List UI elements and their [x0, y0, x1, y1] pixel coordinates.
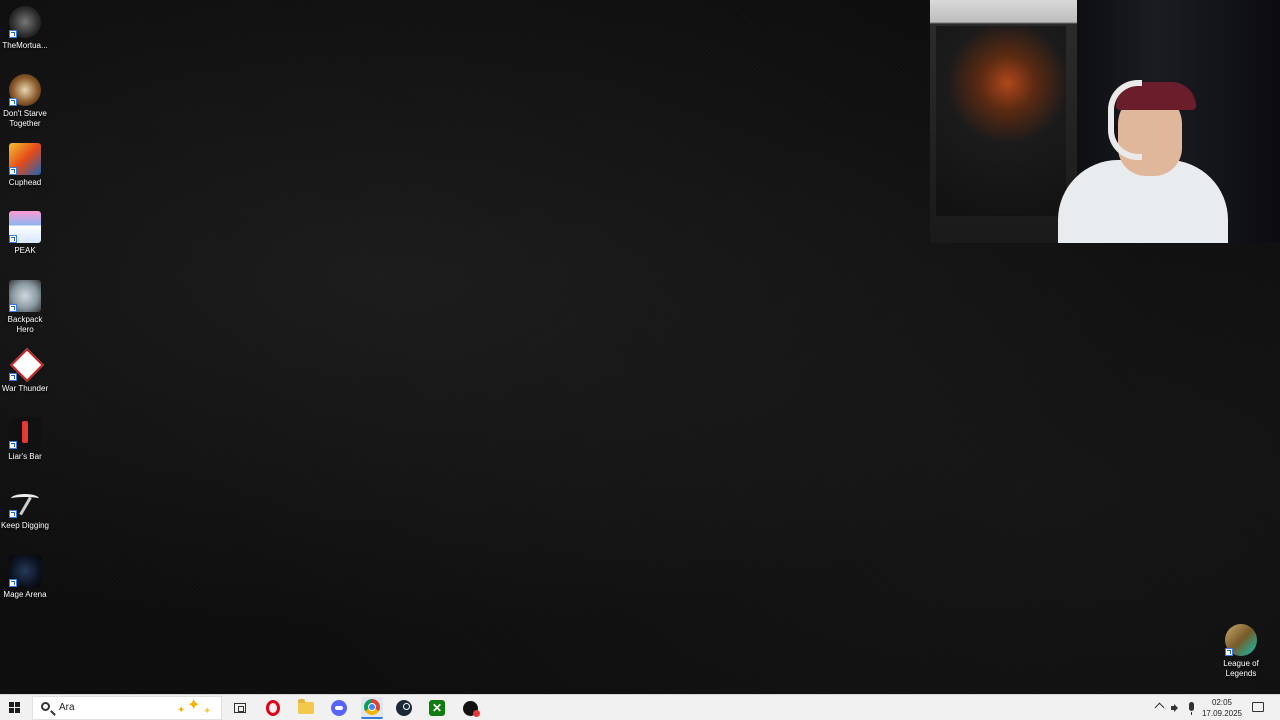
webcam-overlay	[930, 0, 1280, 243]
shortcut-arrow-icon	[9, 304, 17, 312]
desktop-icon-peak[interactable]: PEAK	[0, 211, 50, 256]
desktop-icon-backpack-hero[interactable]: Backpack Hero	[0, 280, 50, 335]
taskbar-chrome[interactable]	[361, 697, 383, 719]
windows-logo-icon-part	[9, 708, 14, 713]
taskbar-steam[interactable]	[393, 697, 415, 719]
windows-logo-icon-part	[15, 702, 20, 707]
desktop-icon-dont-starve-together[interactable]: Don't Starve Together	[0, 74, 50, 129]
desktop-icon-label: Don't Starve Together	[3, 109, 47, 128]
show-hidden-icons-chevron-icon[interactable]	[1154, 702, 1165, 713]
task-view-button[interactable]	[229, 697, 251, 719]
search-icon	[41, 702, 50, 711]
desktop-icon-mage-arena[interactable]: Mage Arena	[0, 555, 50, 600]
shortcut-arrow-icon	[9, 441, 17, 449]
clock[interactable]: 02:05 17.09.2025	[1200, 697, 1244, 719]
webcam-headphones	[1108, 80, 1142, 160]
desktop-icon-the-mortuary-assistant[interactable]: TheMortua...	[0, 6, 50, 51]
clock-time: 02:05	[1211, 698, 1233, 707]
volume-icon[interactable]	[1171, 703, 1181, 713]
task-view-icon	[234, 703, 246, 713]
notification-center-icon[interactable]	[1252, 702, 1264, 712]
shortcut-arrow-icon	[9, 235, 17, 243]
webcam-poster	[936, 26, 1066, 216]
windows-logo-icon	[9, 702, 14, 707]
taskbar-xbox[interactable]: ✕	[426, 697, 448, 719]
opera-icon	[266, 700, 280, 716]
shortcut-arrow-icon	[9, 30, 17, 38]
desktop-icon-liars-bar[interactable]: Liar's Bar	[0, 417, 50, 462]
shortcut-arrow-icon	[9, 510, 17, 518]
xbox-icon: ✕	[429, 700, 445, 716]
league-of-legends-icon	[1225, 624, 1257, 656]
microphone-icon[interactable]	[1189, 702, 1194, 715]
desktop-icon-keep-digging[interactable]: Keep Digging	[0, 486, 50, 531]
desktop: TheMortua... Don't Starve Together Cuphe…	[0, 0, 1280, 694]
desktop-icon-label: Backpack Hero	[7, 315, 43, 334]
desktop-icon-label: Mage Arena	[3, 590, 47, 599]
desktop-icon-label: Keep Digging	[0, 521, 50, 530]
search-highlight-icon: ✦ ✦ ✦	[177, 697, 212, 718]
mage-arena-icon	[9, 555, 41, 587]
shortcut-arrow-icon	[9, 98, 17, 106]
desktop-icon-label: TheMortua...	[2, 41, 48, 50]
desktop-icon-label: Liar's Bar	[8, 452, 42, 461]
chrome-icon	[364, 699, 380, 715]
desktop-icon-league-of-legends[interactable]: League of Legends	[1216, 624, 1266, 679]
desktop-icon-label: Cuphead	[8, 178, 42, 187]
dont-starve-together-icon	[9, 74, 41, 106]
cuphead-icon	[9, 143, 41, 175]
desktop-icon-label: War Thunder	[1, 384, 49, 393]
keep-digging-icon	[9, 486, 41, 518]
shortcut-arrow-icon	[9, 167, 17, 175]
liars-bar-icon	[9, 417, 41, 449]
desktop-icon-war-thunder[interactable]: War Thunder	[0, 349, 50, 394]
taskbar-discord[interactable]	[328, 697, 350, 719]
taskbar-opera[interactable]	[262, 697, 284, 719]
desktop-icon-label: PEAK	[14, 246, 36, 255]
start-button[interactable]	[4, 698, 26, 718]
desktop-icon-cuphead[interactable]: Cuphead	[0, 143, 50, 188]
discord-icon	[331, 700, 347, 716]
peak-icon	[9, 211, 41, 243]
steam-icon	[396, 700, 412, 716]
folder-icon	[298, 699, 314, 714]
shortcut-arrow-icon	[9, 373, 17, 381]
taskbar: Ara ✦ ✦ ✦ ✕ 02:05 17.09.2025	[0, 694, 1280, 720]
app-icon	[462, 700, 480, 717]
shortcut-arrow-icon	[1225, 648, 1233, 656]
war-thunder-icon	[9, 349, 41, 381]
desktop-icon-label: League of Legends	[1223, 659, 1259, 678]
backpack-hero-icon	[9, 280, 41, 312]
windows-logo-icon-part	[15, 708, 20, 713]
search-input[interactable]: Ara ✦ ✦ ✦	[32, 696, 222, 720]
the-mortuary-assistant-icon	[9, 6, 41, 38]
search-placeholder: Ara	[59, 702, 75, 713]
taskbar-file-explorer[interactable]	[295, 697, 317, 719]
clock-date: 17.09.2025	[1201, 709, 1243, 718]
shortcut-arrow-icon	[9, 579, 17, 587]
taskbar-app[interactable]	[459, 697, 481, 719]
